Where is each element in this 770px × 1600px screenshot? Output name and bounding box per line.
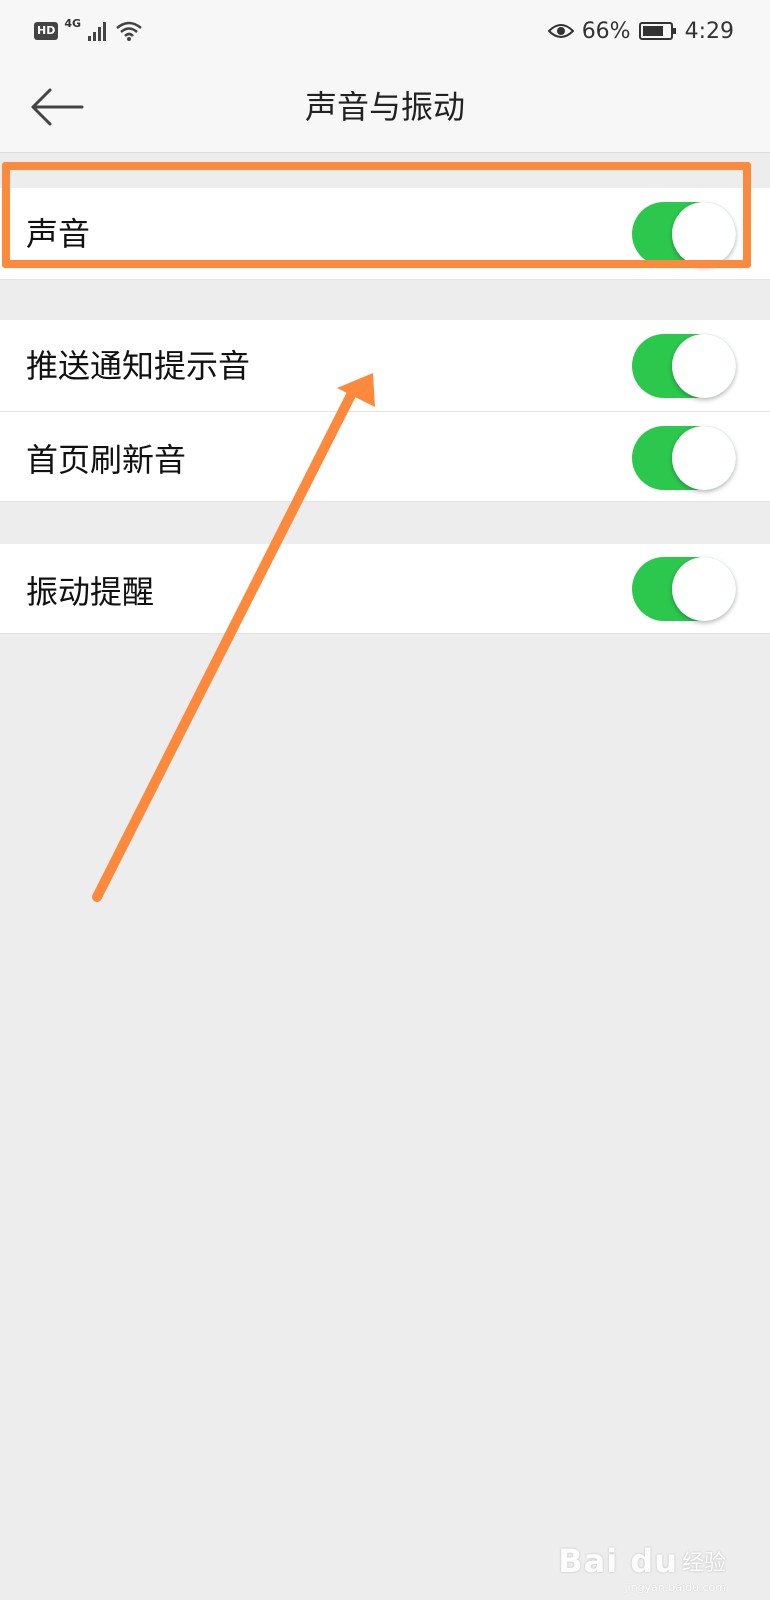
status-bar: HD 4G 66% 4:29	[0, 0, 770, 62]
setting-label: 振动提醒	[26, 573, 155, 611]
toggle-knob	[672, 426, 736, 490]
setting-row-vibration-reminder: 振动提醒	[0, 544, 770, 634]
home-refresh-sound-toggle[interactable]	[632, 426, 736, 490]
signal-icon	[88, 22, 107, 41]
clock: 4:29	[684, 18, 734, 44]
sound-toggle[interactable]	[632, 202, 736, 266]
setting-row-push-notification-sound: 推送通知提示音	[0, 320, 770, 412]
wifi-icon	[116, 21, 142, 41]
app-header: 声音与振动	[0, 62, 770, 153]
battery-percent: 66%	[581, 18, 631, 44]
eye-icon	[547, 24, 574, 38]
vibration-reminder-toggle[interactable]	[632, 557, 736, 621]
watermark-logo: Bai du	[558, 1542, 678, 1580]
page-title: 声音与振动	[304, 88, 465, 126]
status-right: 66% 4:29	[547, 16, 734, 46]
status-left: HD 4G	[34, 16, 143, 46]
divider	[0, 501, 770, 502]
push-notification-sound-toggle[interactable]	[632, 334, 736, 398]
watermark-url: jingyan.baidu.com	[624, 1581, 726, 1594]
setting-row-sound: 声音	[0, 188, 770, 280]
watermark-text: 经验	[681, 1551, 726, 1576]
toggle-knob	[672, 334, 736, 398]
divider	[0, 633, 770, 634]
divider	[0, 279, 770, 280]
network-type: 4G	[64, 16, 82, 30]
hd-badge: HD	[34, 22, 59, 40]
toggle-knob	[672, 202, 736, 266]
setting-label: 推送通知提示音	[26, 347, 251, 385]
baidu-watermark: Bai du 经验	[558, 1542, 726, 1580]
battery-icon	[638, 22, 676, 40]
setting-label: 声音	[26, 215, 91, 253]
setting-row-home-refresh-sound: 首页刷新音	[0, 412, 770, 502]
setting-label: 首页刷新音	[26, 441, 187, 479]
toggle-knob	[672, 557, 736, 621]
